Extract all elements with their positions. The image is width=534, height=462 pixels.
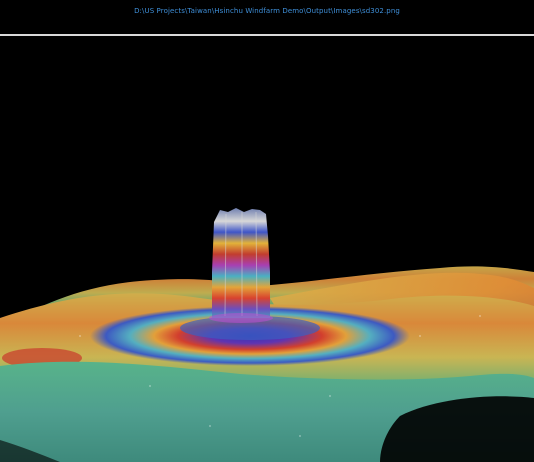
- sonar-point-cloud-image: [0, 208, 534, 462]
- tower-body: [212, 208, 270, 318]
- monopile-tower: [209, 208, 273, 323]
- window-title: D:\US Projects\Taiwan\Hsinchu Windfarm D…: [134, 7, 400, 15]
- image-viewer-window: D:\US Projects\Taiwan\Hsinchu Windfarm D…: [0, 0, 534, 462]
- sonar-3d-viewport[interactable]: [0, 36, 534, 462]
- title-bar: D:\US Projects\Taiwan\Hsinchu Windfarm D…: [0, 0, 534, 34]
